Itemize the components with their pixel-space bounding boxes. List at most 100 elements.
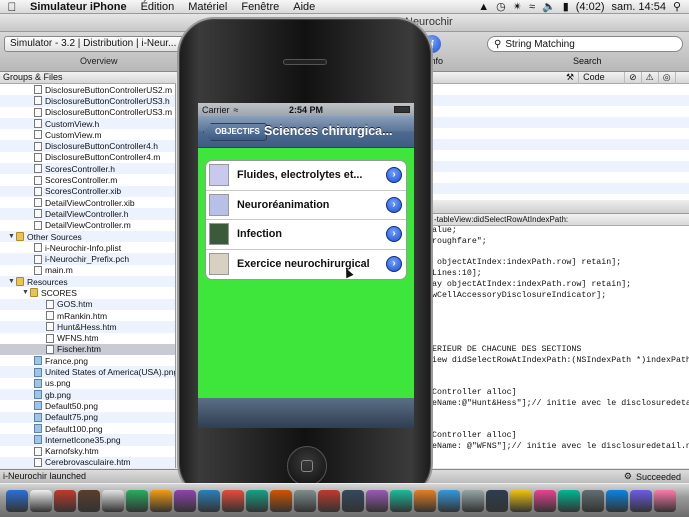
menu-aide[interactable]: Aide bbox=[286, 1, 322, 13]
tree-file[interactable]: Karnofsky.htm bbox=[0, 446, 175, 457]
code-line[interactable] bbox=[432, 312, 689, 323]
build-icon[interactable]: ⚒ bbox=[562, 71, 580, 84]
dock-app-icon[interactable] bbox=[342, 490, 364, 512]
tree-folder[interactable]: ▼ Other Sources bbox=[0, 230, 175, 243]
menu-fenetre[interactable]: Fenêtre bbox=[234, 1, 286, 13]
tree-file[interactable]: Fischer.htm bbox=[0, 343, 175, 356]
tree-file[interactable]: DisclosureButtonController4.h bbox=[0, 140, 175, 152]
hammer-icon[interactable] bbox=[432, 72, 562, 84]
tree-file[interactable]: ScoresController.m bbox=[0, 174, 175, 185]
disclosure-button-icon[interactable]: › bbox=[386, 256, 402, 273]
dock-app-icon[interactable] bbox=[414, 490, 436, 512]
editor-function-popup[interactable]: -tableView:didSelectRowAtIndexPath: bbox=[432, 214, 689, 226]
dock-app-icon[interactable] bbox=[174, 490, 196, 512]
home-button[interactable] bbox=[287, 446, 327, 486]
disclosure-triangle-icon[interactable]: ▼ bbox=[8, 233, 16, 240]
code-line[interactable] bbox=[432, 323, 689, 334]
dock-app-icon[interactable] bbox=[462, 490, 484, 512]
dock-app-icon[interactable] bbox=[318, 490, 340, 512]
tree-file[interactable]: DisclosureButtonControllerUS3.m bbox=[0, 107, 175, 118]
code-line[interactable]: alue; bbox=[432, 226, 689, 237]
detail-list[interactable] bbox=[432, 84, 689, 200]
tree-file[interactable]: DisclosureButtonController4.m bbox=[0, 152, 175, 163]
code-line[interactable] bbox=[432, 334, 689, 345]
overview-select[interactable]: Simulator - 3.2 | Distribution | i-Neur.… bbox=[4, 36, 199, 52]
bluetooth-icon[interactable]: ✴ bbox=[513, 0, 522, 13]
error-column-icon[interactable]: ⊘ bbox=[625, 71, 642, 84]
battery-status[interactable]: (4:02) bbox=[576, 1, 605, 13]
table-row[interactable]: Neuroréanimation › bbox=[206, 191, 406, 220]
warning-column-icon[interactable]: ⚠ bbox=[642, 71, 659, 84]
tree-file[interactable]: Default75.png bbox=[0, 411, 175, 423]
tree-file[interactable]: Cerebrovasculaire.htm bbox=[0, 456, 175, 468]
menu-edition[interactable]: Édition bbox=[134, 1, 182, 13]
tree-file[interactable]: us.png bbox=[0, 378, 175, 389]
code-line[interactable] bbox=[432, 366, 689, 377]
tree-file[interactable]: i-Neurochir-Info.plist bbox=[0, 242, 175, 253]
tree-file[interactable]: mRankin.htm bbox=[0, 310, 175, 321]
menu-extra-icon[interactable]: ▲ bbox=[478, 1, 489, 13]
code-line[interactable]: Lines:10]; bbox=[432, 269, 689, 280]
dock-app-icon[interactable] bbox=[438, 490, 460, 512]
tree-file[interactable]: main.m bbox=[0, 265, 175, 276]
code-line[interactable]: ay objectAtIndex:indexPath.row] retain]; bbox=[432, 280, 689, 291]
wifi-icon[interactable]: ≈ bbox=[529, 1, 535, 13]
tree-file[interactable]: GOS.htm bbox=[0, 298, 175, 310]
dock-app-icon[interactable] bbox=[366, 490, 388, 512]
dock-app-icon[interactable] bbox=[30, 490, 52, 512]
tree-file[interactable]: CustomView.h bbox=[0, 117, 175, 130]
tree-folder[interactable]: ▼ SCORES bbox=[0, 287, 175, 298]
code-line[interactable] bbox=[432, 410, 689, 421]
dock-app-icon[interactable] bbox=[150, 490, 172, 512]
code-line[interactable]: iew didSelectRowAtIndexPath:(NSIndexPath… bbox=[432, 356, 689, 367]
code-line[interactable]: objectAtIndex:indexPath.row] retain]; bbox=[432, 258, 689, 269]
code-line[interactable]: eName:@"Hunt&Hess"];// initie avec le di… bbox=[432, 399, 689, 410]
dock-app-icon[interactable] bbox=[126, 490, 148, 512]
dock-app-icon[interactable] bbox=[246, 490, 268, 512]
menu-app[interactable]: Simulateur iPhone bbox=[24, 1, 134, 13]
tree-file[interactable]: ScoresController.xib bbox=[0, 185, 175, 197]
dock-app-icon[interactable] bbox=[630, 490, 652, 512]
tree-file[interactable]: Hunt&Hess.htm bbox=[0, 321, 175, 333]
dock-app-icon[interactable] bbox=[222, 490, 244, 512]
disclosure-triangle-icon[interactable]: ▼ bbox=[22, 289, 30, 296]
groups-files-tree[interactable]: DisclosureButtonControllerUS2.m Disclosur… bbox=[0, 84, 176, 468]
tree-file[interactable]: InternetIcone35.png bbox=[0, 434, 175, 446]
code-column[interactable]: Code bbox=[579, 71, 626, 84]
tree-file[interactable]: Default100.png bbox=[0, 423, 175, 434]
tree-file[interactable]: ScoresController.h bbox=[0, 163, 175, 175]
dock-app-icon[interactable] bbox=[294, 490, 316, 512]
tree-file[interactable]: i-Neurochir_Prefix.pch bbox=[0, 253, 175, 265]
tree-file[interactable]: France.png bbox=[0, 355, 175, 366]
table-row[interactable]: Fluides, electrolytes et... › bbox=[206, 161, 406, 191]
table-row[interactable]: Infection › bbox=[206, 220, 406, 250]
tree-file[interactable]: DisclosureButtonControllerUS2.m bbox=[0, 84, 175, 95]
clock[interactable]: sam. 14:54 bbox=[612, 1, 666, 13]
tree-file[interactable]: DisclosureButtonControllerUS3.h bbox=[0, 95, 175, 107]
tree-file[interactable]: United States of America(USA).png bbox=[0, 366, 175, 378]
tree-folder[interactable]: ▼ Resources bbox=[0, 276, 175, 288]
dock-app-icon[interactable] bbox=[390, 490, 412, 512]
volume-icon[interactable]: 🔈 bbox=[542, 0, 556, 13]
code-editor[interactable]: alue; roughfare"; objectAtIndex:indexPath… bbox=[432, 226, 689, 468]
code-line[interactable]: Controller alloc] bbox=[432, 388, 689, 399]
dock-app-icon[interactable] bbox=[6, 490, 28, 512]
code-line[interactable] bbox=[432, 420, 689, 431]
dock-app-icon[interactable] bbox=[654, 490, 676, 512]
search-field[interactable]: ⚲ String Matching bbox=[487, 36, 683, 52]
code-line[interactable]: roughfare"; bbox=[432, 237, 689, 248]
code-line[interactable] bbox=[432, 377, 689, 388]
tree-file[interactable]: CustomView.m bbox=[0, 129, 175, 140]
tree-file[interactable]: gb.png bbox=[0, 389, 175, 401]
dock-app-icon[interactable] bbox=[534, 490, 556, 512]
dock-app-icon[interactable] bbox=[606, 490, 628, 512]
dock-app-icon[interactable] bbox=[558, 490, 580, 512]
dock-app-icon[interactable] bbox=[486, 490, 508, 512]
code-line[interactable]: Controller alloc] bbox=[432, 431, 689, 442]
code-line[interactable] bbox=[432, 302, 689, 313]
dock-app-icon[interactable] bbox=[102, 490, 124, 512]
dock-app-icon[interactable] bbox=[54, 490, 76, 512]
menu-materiel[interactable]: Matériel bbox=[181, 1, 234, 13]
dock-app-icon[interactable] bbox=[198, 490, 220, 512]
code-line[interactable] bbox=[432, 453, 689, 464]
